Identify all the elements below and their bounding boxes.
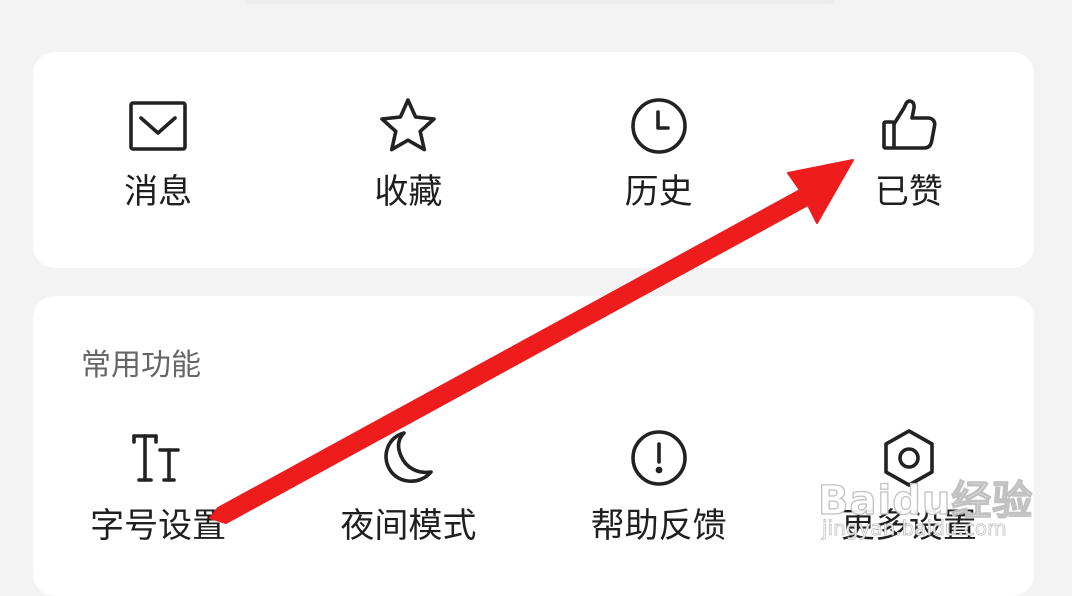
- top-edge-remnant: [244, 0, 834, 4]
- font-size-label: 字号设置: [90, 506, 227, 546]
- common-functions-card: 常用功能 字号设置 夜间模式 帮助反馈 更多设置: [33, 296, 1034, 596]
- hexagon-settings-icon: [877, 426, 941, 490]
- more-settings-label: 更多设置: [840, 506, 977, 546]
- quick-actions-grid: 消息 收藏 历史 已赞: [33, 94, 1034, 212]
- common-functions-grid: 字号设置 夜间模式 帮助反馈 更多设置: [33, 426, 1034, 546]
- liked-button[interactable]: 已赞: [784, 94, 1034, 212]
- history-label: 历史: [624, 172, 693, 212]
- thumbs-up-icon: [877, 94, 941, 158]
- moon-icon: [376, 426, 440, 490]
- messages-label: 消息: [124, 172, 193, 212]
- history-button[interactable]: 历史: [534, 94, 784, 212]
- font-size-button[interactable]: 字号设置: [33, 426, 283, 546]
- favorites-button[interactable]: 收藏: [283, 94, 533, 212]
- help-feedback-button[interactable]: 帮助反馈: [534, 426, 784, 546]
- night-mode-label: 夜间模式: [340, 506, 477, 546]
- help-feedback-label: 帮助反馈: [590, 506, 727, 546]
- mail-icon: [126, 94, 190, 158]
- liked-label: 已赞: [874, 172, 943, 212]
- exclamation-circle-icon: [627, 426, 691, 490]
- star-icon: [376, 94, 440, 158]
- favorites-label: 收藏: [374, 172, 443, 212]
- font-size-icon: [126, 426, 190, 490]
- more-settings-button[interactable]: 更多设置: [784, 426, 1034, 546]
- messages-button[interactable]: 消息: [33, 94, 283, 212]
- quick-actions-card: 消息 收藏 历史 已赞: [33, 52, 1034, 268]
- night-mode-button[interactable]: 夜间模式: [283, 426, 533, 546]
- clock-icon: [627, 94, 691, 158]
- section-title: 常用功能: [81, 348, 201, 383]
